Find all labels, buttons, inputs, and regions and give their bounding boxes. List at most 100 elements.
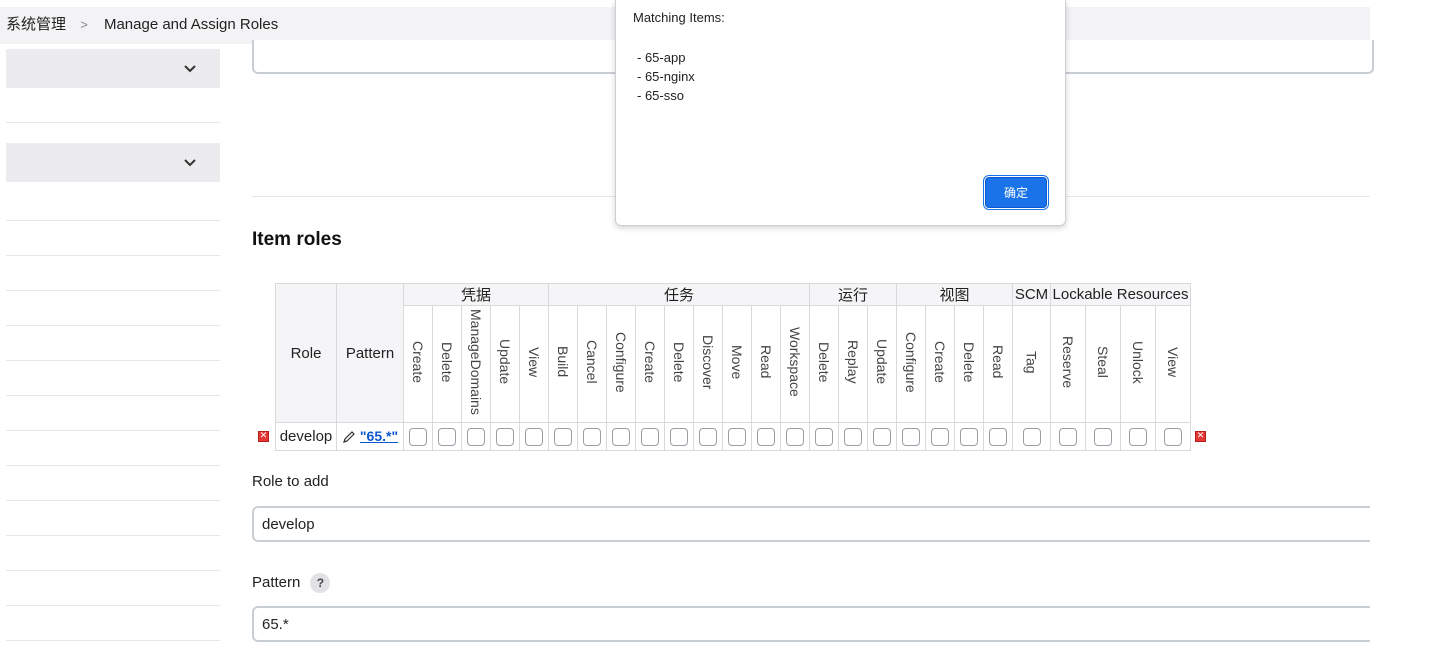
sidebar-divider xyxy=(6,430,220,431)
permission-cell xyxy=(925,422,955,451)
permission-header: Delete xyxy=(809,305,839,423)
sidebar-divider xyxy=(6,325,220,326)
breadcrumb-current[interactable]: Manage and Assign Roles xyxy=(104,16,278,33)
sidebar-section-1[interactable] xyxy=(6,49,220,88)
sidebar-section-2[interactable] xyxy=(6,143,220,182)
permission-checkbox[interactable] xyxy=(1129,427,1147,446)
permission-checkbox[interactable] xyxy=(583,427,601,446)
permission-checkbox[interactable] xyxy=(786,427,804,446)
pattern-link[interactable]: "65.*" xyxy=(360,428,398,444)
permission-checkbox[interactable] xyxy=(409,427,427,446)
permission-checkbox[interactable] xyxy=(902,427,920,446)
dialog-title: Matching Items: xyxy=(633,10,725,25)
permission-label: Create xyxy=(642,340,658,384)
permission-label: Configure xyxy=(903,331,919,393)
pattern-cell: "65.*" xyxy=(336,422,404,451)
delete-role-icon[interactable]: ✕ xyxy=(1195,431,1206,442)
chevron-down-icon[interactable] xyxy=(182,154,198,170)
matching-item: - 65-app xyxy=(637,50,686,65)
permission-checkbox[interactable] xyxy=(670,427,688,446)
permission-label: Workspace xyxy=(787,327,803,397)
chevron-down-icon[interactable] xyxy=(182,60,198,76)
permission-header: Unlock xyxy=(1120,305,1156,423)
permission-header: ManageDomains xyxy=(461,305,491,423)
pattern-label-row: Pattern? xyxy=(252,573,331,593)
breadcrumb-root[interactable]: 系统管理 xyxy=(6,16,66,33)
ok-button[interactable]: 确定 xyxy=(983,175,1049,210)
matching-items-dialog: Matching Items: - 65-app - 65-nginx - 65… xyxy=(615,0,1066,226)
permission-header: Move xyxy=(722,305,752,423)
permission-label: Steal xyxy=(1095,346,1111,378)
role-to-add-label: Role to add xyxy=(252,473,329,490)
permission-name-row: Create Delete ManageDomains Update View Build… xyxy=(276,305,1191,423)
pattern-input[interactable] xyxy=(252,606,1370,642)
role-column-header: Role xyxy=(275,283,337,423)
permission-checkbox[interactable] xyxy=(728,427,746,446)
sidebar-divider xyxy=(6,360,220,361)
permission-header: Read xyxy=(751,305,781,423)
delete-role-icon[interactable]: ✕ xyxy=(258,431,269,442)
help-icon[interactable]: ? xyxy=(310,573,331,593)
permission-checkbox[interactable] xyxy=(1022,427,1041,446)
permission-cell xyxy=(1050,422,1086,451)
permission-label: Read xyxy=(990,345,1006,379)
permission-group-header: SCM xyxy=(1012,283,1051,306)
permission-cell xyxy=(1012,422,1051,451)
permission-group-header: 运行 xyxy=(809,283,897,306)
permission-checkbox[interactable] xyxy=(438,427,456,446)
permission-cell xyxy=(548,422,578,451)
permission-cell xyxy=(403,422,433,451)
permission-checkbox[interactable] xyxy=(873,427,891,446)
sidebar-divider xyxy=(6,122,220,123)
permission-cell xyxy=(983,422,1013,451)
permission-label: Cancel xyxy=(584,340,600,384)
permission-group-header: 视图 xyxy=(896,283,1013,306)
permission-checkbox[interactable] xyxy=(612,427,630,446)
permission-group-row: Role Pattern 凭据 任务 运行 视图 SCM Lockable Resourc… xyxy=(275,283,1191,423)
permission-checkbox[interactable] xyxy=(1094,427,1112,446)
permission-group-header: 任务 xyxy=(548,283,810,306)
permission-checkbox[interactable] xyxy=(467,427,485,446)
permission-checkbox[interactable] xyxy=(844,427,862,446)
permission-checkbox[interactable] xyxy=(960,427,978,446)
role-name: develop xyxy=(275,422,337,451)
permission-label: Update xyxy=(874,339,890,385)
permission-checkbox[interactable] xyxy=(1164,427,1182,446)
permission-header: View xyxy=(519,305,549,423)
permission-cell xyxy=(809,422,839,451)
permission-checkbox[interactable] xyxy=(554,427,572,446)
permission-cell xyxy=(432,422,462,451)
permission-cell xyxy=(635,422,665,451)
permission-cell xyxy=(519,422,549,451)
permission-cell xyxy=(1085,422,1121,451)
permission-checkbox[interactable] xyxy=(699,427,717,446)
permission-header: Update xyxy=(490,305,520,423)
sidebar-divider xyxy=(6,395,220,396)
permission-checkbox[interactable] xyxy=(496,427,514,446)
permission-header: Reserve xyxy=(1050,305,1086,423)
matching-items-list: - 65-app - 65-nginx - 65-sso xyxy=(637,48,695,105)
permission-checkbox[interactable] xyxy=(757,427,775,446)
permission-label: Create xyxy=(932,340,948,384)
table-row: develop "65.*" xyxy=(275,422,1191,451)
sidebar-divider xyxy=(6,255,220,256)
matching-item: - 65-nginx xyxy=(637,69,695,84)
pencil-icon[interactable] xyxy=(342,430,356,444)
permission-label: Delete xyxy=(961,341,977,383)
permission-label: View xyxy=(1165,346,1181,378)
permission-cell xyxy=(896,422,926,451)
permission-checkbox[interactable] xyxy=(525,427,543,446)
permission-label: Configure xyxy=(613,331,629,393)
permission-label: Build xyxy=(555,346,571,378)
permission-header: View xyxy=(1155,305,1191,423)
permission-checkbox[interactable] xyxy=(641,427,659,446)
item-roles-table: Role Pattern 凭据 任务 运行 视图 SCM Lockable Resourc… xyxy=(275,283,1191,451)
permission-checkbox[interactable] xyxy=(931,427,949,446)
permission-checkbox[interactable] xyxy=(1059,427,1077,446)
permission-cell xyxy=(780,422,810,451)
permission-checkbox[interactable] xyxy=(989,427,1007,446)
permission-cell xyxy=(693,422,723,451)
permission-checkbox[interactable] xyxy=(815,427,833,446)
role-to-add-input[interactable] xyxy=(252,506,1370,542)
permission-label: Tag xyxy=(1023,350,1040,374)
